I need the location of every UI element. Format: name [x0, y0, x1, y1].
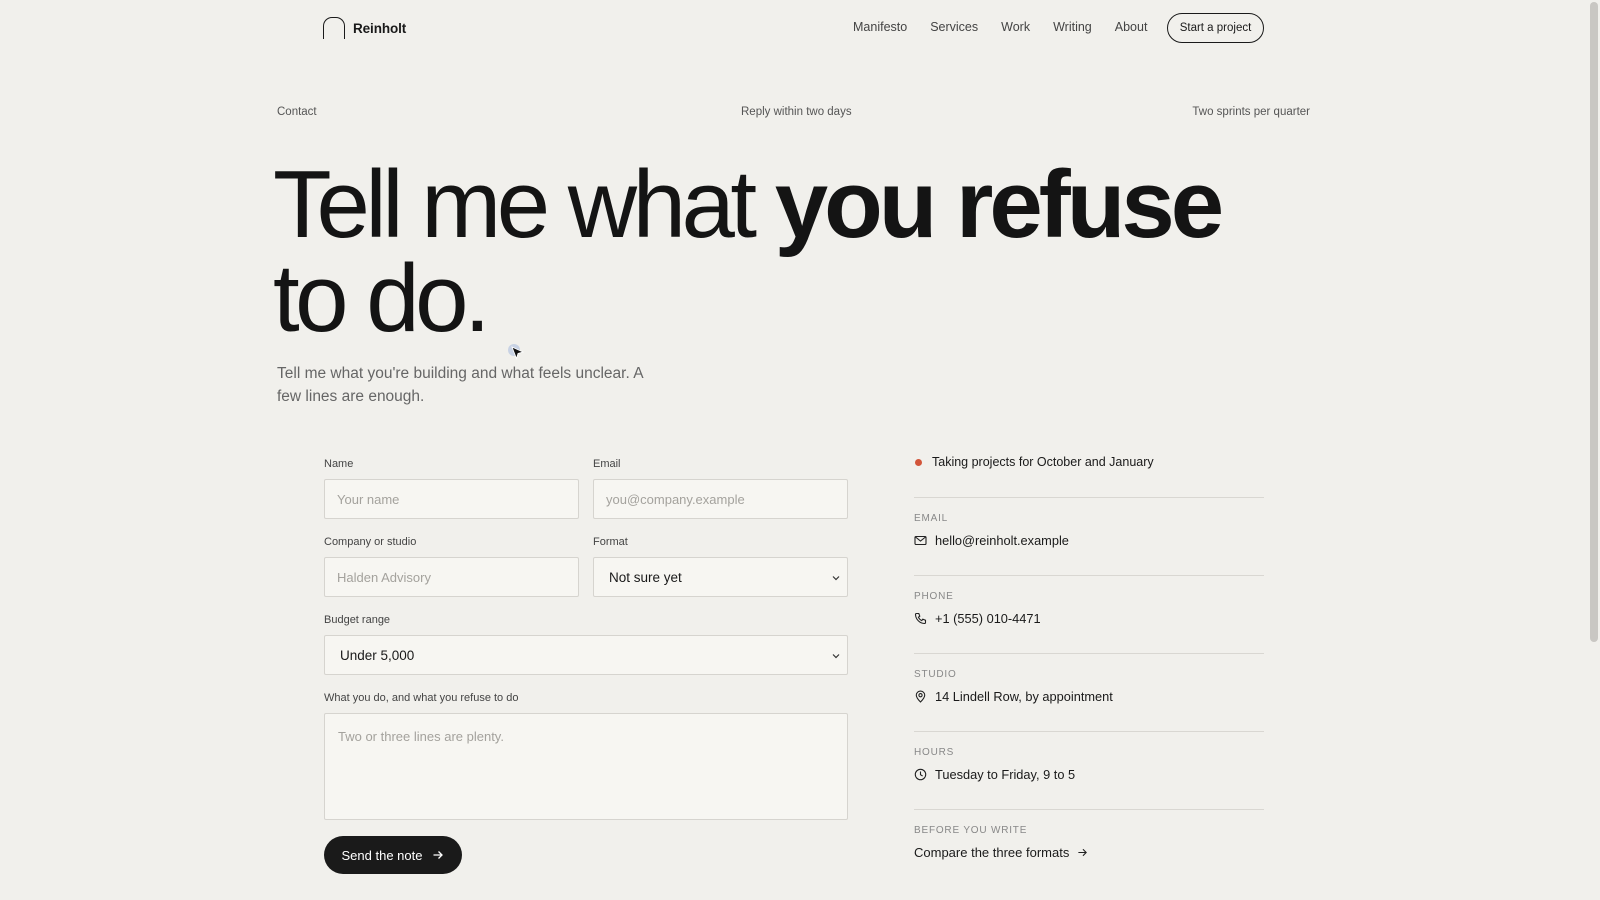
send-note-button[interactable]: Send the note: [324, 836, 462, 874]
send-note-label: Send the note: [341, 847, 423, 863]
budget-label: Budget range: [324, 614, 391, 626]
studio-value: 14 Lindell Row, by appointment: [935, 689, 1113, 704]
status-text: Taking projects for October and January: [932, 455, 1154, 469]
divider: [914, 731, 1264, 732]
studio-heading: STUDIO: [914, 669, 957, 680]
phone-heading: PHONE: [914, 591, 954, 602]
nav-writing[interactable]: Writing: [1053, 20, 1092, 34]
arrow-right-icon: [433, 851, 444, 859]
page-headline: Tell me what you refuse to do.: [273, 157, 1313, 347]
contact-phone: PHONE +1 (555) 010-4471: [914, 591, 1264, 626]
budget-field: Budget range Under 5,000: [324, 614, 848, 675]
meta-capacity: Two sprints per quarter: [1192, 106, 1310, 118]
company-input[interactable]: [324, 557, 579, 597]
message-textarea[interactable]: [324, 713, 848, 820]
email-input[interactable]: [593, 479, 848, 519]
nav-about[interactable]: About: [1115, 20, 1148, 34]
map-pin-icon: [915, 690, 926, 703]
nav-work[interactable]: Work: [1001, 20, 1030, 34]
message-label: What you do, and what you refuse to do: [324, 692, 519, 704]
hours-heading: HOURS: [914, 747, 955, 758]
divider: [914, 809, 1264, 810]
email-value: hello@reinholt.example: [935, 533, 1069, 548]
brand-name: Reinholt: [353, 20, 407, 36]
contact-email: EMAIL hello@reinholt.example: [914, 513, 1264, 548]
arrow-right-icon: [1078, 848, 1088, 857]
format-select[interactable]: Not sure yet: [593, 557, 848, 597]
name-input[interactable]: [324, 479, 579, 519]
headline-end: to do.: [273, 245, 491, 352]
before-heading: BEFORE YOU WRITE: [914, 825, 1028, 836]
contact-studio: STUDIO 14 Lindell Row, by appointment: [914, 669, 1264, 704]
headline-emphasis: you refuse: [774, 151, 1224, 258]
hours-row: Tuesday to Friday, 9 to 5: [914, 767, 1264, 782]
budget-selected-value: Under 5,000: [340, 647, 415, 663]
chevron-down-icon: [832, 576, 840, 581]
divider: [914, 653, 1264, 654]
budget-select[interactable]: Under 5,000: [324, 635, 848, 675]
brand-logo[interactable]: Reinholt: [323, 17, 406, 39]
email-label: Email: [593, 458, 621, 470]
compare-formats-link[interactable]: Compare the three formats: [914, 845, 1264, 860]
message-field: What you do, and what you refuse to do: [324, 692, 848, 825]
hours-value: Tuesday to Friday, 9 to 5: [935, 767, 1076, 782]
studio-address: 14 Lindell Row, by appointment: [914, 689, 1264, 704]
mouse-cursor-icon: [508, 344, 525, 360]
email-field: Email: [593, 458, 848, 519]
scrollbar-thumb[interactable]: [1590, 2, 1598, 642]
company-field: Company or studio: [324, 536, 579, 597]
start-project-button[interactable]: Start a project: [1167, 13, 1264, 43]
name-field: Name: [324, 458, 579, 519]
mail-icon: [914, 535, 927, 546]
divider: [914, 575, 1264, 576]
compare-formats-label: Compare the three formats: [914, 845, 1070, 860]
phone-icon: [914, 612, 927, 625]
before-you-write: BEFORE YOU WRITE Compare the three forma…: [914, 825, 1264, 860]
meta-contact: Contact: [277, 106, 317, 118]
format-selected-value: Not sure yet: [609, 569, 682, 585]
main-nav: Manifesto Services Work Writing About: [853, 20, 1147, 34]
company-label: Company or studio: [324, 536, 417, 548]
phone-value: +1 (555) 010-4471: [935, 611, 1041, 626]
availability-status: Taking projects for October and January: [914, 455, 1264, 469]
clock-icon: [914, 768, 927, 781]
email-heading: EMAIL: [914, 513, 949, 524]
email-link[interactable]: hello@reinholt.example: [914, 533, 1264, 548]
page-scrollbar[interactable]: [1588, 0, 1600, 900]
chevron-down-icon: [832, 654, 840, 659]
nav-services[interactable]: Services: [930, 20, 978, 34]
contact-page: Reinholt Manifesto Services Work Writing…: [0, 0, 1600, 900]
headline-start: Tell me what: [273, 151, 775, 258]
intro-text: Tell me what you're building and what fe…: [277, 365, 643, 405]
name-label: Name: [324, 458, 354, 470]
format-label: Format: [593, 536, 628, 548]
phone-link[interactable]: +1 (555) 010-4471: [914, 611, 1264, 626]
divider: [914, 497, 1264, 498]
logo-mark-icon: [323, 17, 345, 39]
meta-reply-time: Reply within two days: [741, 106, 852, 118]
nav-manifesto[interactable]: Manifesto: [853, 20, 907, 34]
contact-hours: HOURS Tuesday to Friday, 9 to 5: [914, 747, 1264, 782]
status-dot-icon: [915, 458, 922, 466]
format-field: Format Not sure yet: [593, 536, 848, 597]
